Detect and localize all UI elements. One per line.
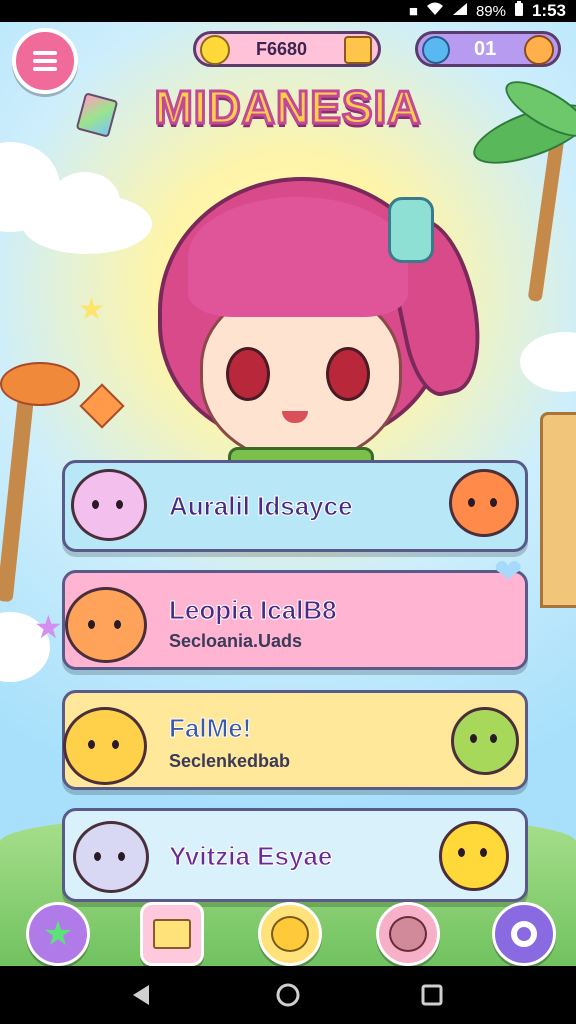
cloud-right [520, 332, 576, 392]
status-bar: ■ 89% 1:53 [0, 0, 576, 22]
cat-icon [71, 469, 147, 541]
card-title: Auralil Idsayce [169, 491, 354, 522]
pet-icon [271, 916, 309, 952]
clock: 1:53 [531, 1, 566, 20]
card-title: Leopia IcalB8 [169, 595, 338, 626]
pet-icon [451, 707, 519, 775]
android-nav-bar [0, 966, 576, 1024]
menu-card-3[interactable]: FalMe! Seclenkedbab [62, 690, 528, 790]
card-title: FalMe! [168, 713, 252, 744]
settings-icon [511, 921, 537, 947]
notification-icon: ■ [408, 2, 418, 20]
gift-icon [344, 36, 372, 64]
card-title: Yvitzia Esyae [168, 841, 333, 872]
battery-text: 89% [475, 2, 506, 20]
settings-button[interactable] [492, 902, 556, 966]
menu-card-1[interactable]: Auralil Idsayce [62, 460, 528, 552]
add-gems-icon[interactable] [524, 35, 554, 65]
tower [540, 412, 576, 608]
gem-icon [422, 36, 450, 64]
fox-icon [449, 469, 519, 537]
friends-button[interactable] [376, 902, 440, 966]
recents-button[interactable] [392, 966, 472, 1024]
home-icon [276, 983, 300, 1007]
gems-value: 01 [474, 37, 497, 60]
character-portrait [148, 137, 494, 493]
card-subtitle: Secloania.Uads [169, 631, 303, 651]
coins-counter[interactable]: F6680 [193, 31, 381, 67]
cat-icon [73, 821, 149, 893]
coins-value: F6680 [256, 38, 308, 59]
back-button[interactable] [100, 966, 180, 1024]
chick-icon [439, 821, 509, 891]
favorites-button[interactable]: ★ [26, 902, 90, 966]
battery-icon [514, 1, 524, 21]
menu-icon [33, 51, 57, 71]
menu-card-2[interactable]: Leopia IcalB8 Secloania.Uads [62, 570, 528, 670]
bird-icon [63, 707, 147, 785]
star-deco-icon: ★ [34, 608, 63, 646]
menu-card-4[interactable]: Yvitzia Esyae [62, 808, 528, 902]
cat-icon [389, 916, 427, 952]
star-deco-icon: ★ [78, 292, 105, 327]
status-icons: ■ 89% 1:53 [409, 1, 566, 21]
gems-counter[interactable]: 01 [415, 31, 561, 67]
quest-board-icon [153, 919, 191, 949]
home-button[interactable] [248, 966, 328, 1024]
fox-icon [65, 587, 147, 663]
quests-button[interactable] [140, 902, 204, 966]
coin-icon [200, 35, 230, 65]
game-screen: F6680 01 MIDANESIA ★ Auralil Idsayce Leo… [0, 22, 576, 966]
back-icon [133, 985, 149, 1005]
pet-button[interactable] [258, 902, 322, 966]
star-icon: ★ [42, 914, 74, 954]
recents-icon [421, 984, 443, 1006]
signal-icon [452, 2, 468, 20]
wifi-icon [426, 2, 444, 20]
heart-deco-icon: ❤ [494, 552, 523, 592]
card-subtitle: Seclenkedbab [169, 751, 291, 771]
